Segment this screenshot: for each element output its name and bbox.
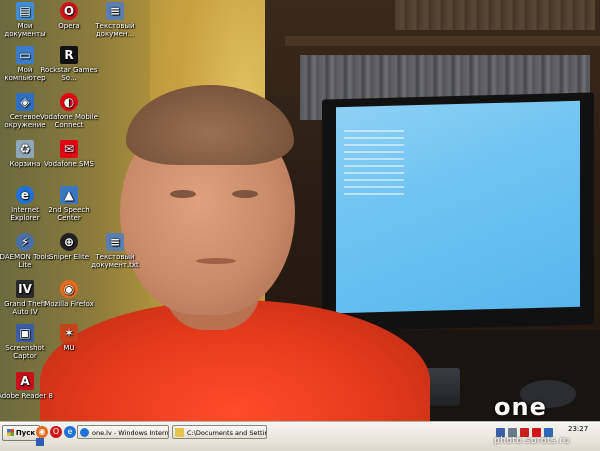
- text-document-icon: ≡: [106, 2, 124, 20]
- desktop-icon-label: Vodafone Mobile Connect: [40, 113, 98, 129]
- folder-icon: [175, 428, 184, 437]
- wallpaper-person-eye: [232, 190, 258, 198]
- wallpaper-person-mouth: [196, 258, 236, 264]
- opera-icon: O: [60, 2, 78, 20]
- sniper-elite-icon: ⊕: [60, 233, 78, 251]
- rockstar-icon: R: [60, 46, 78, 64]
- quick-launch-internet-explorer-icon[interactable]: e: [64, 426, 76, 438]
- taskbar-button-documents-folder[interactable]: C:\Documents and Settin...: [172, 425, 267, 439]
- language-indicator-icon[interactable]: [36, 438, 44, 446]
- watermark-site: photo.sorots.ru: [494, 436, 570, 446]
- desktop-icon-text-file[interactable]: ≡ Текстовый документ.txt: [84, 233, 146, 269]
- taskbar-button-label: one.lv - Windows Intern...: [92, 429, 169, 437]
- desktop-icon-label: 2nd Speech Center: [48, 206, 90, 222]
- internet-explorer-icon: e: [16, 186, 34, 204]
- wallpaper-screen-text: [344, 130, 404, 200]
- start-button-label: Пуск: [15, 429, 36, 437]
- screenshot-captor-icon: ▣: [16, 324, 34, 342]
- wallpaper-books-top: [395, 0, 595, 30]
- desktop-icon-adobe-reader[interactable]: A Adobe Reader 8: [0, 372, 56, 400]
- mu-icon: ✶: [60, 324, 78, 342]
- desktop-icon-label: Vodafone SMS: [44, 160, 94, 168]
- desktop-icon-vodafone-sms[interactable]: ✉ Vodafone SMS: [38, 140, 100, 168]
- network-icon: ◈: [16, 93, 34, 111]
- desktop-icon-label: Adobe Reader 8: [0, 392, 53, 400]
- daemon-tools-icon: ⚡: [16, 233, 34, 251]
- my-documents-icon: ▤: [16, 2, 34, 20]
- desktop-icon-firefox[interactable]: ◉ Mozilla Firefox: [38, 280, 100, 308]
- vodafone-icon: ◐: [60, 93, 78, 111]
- my-computer-icon: ▭: [16, 46, 34, 64]
- adobe-reader-icon: A: [16, 372, 34, 390]
- desktop-icon-label: MU: [63, 344, 75, 352]
- watermark-brand: one: [494, 393, 547, 421]
- taskbar-clock[interactable]: 23:27: [568, 425, 588, 433]
- desktop-icon-vodafone-mobile-connect[interactable]: ◐ Vodafone Mobile Connect: [38, 93, 100, 129]
- taskbar-button-one-lv[interactable]: one.lv - Windows Intern...: [77, 425, 169, 439]
- firefox-icon: ◉: [60, 280, 78, 298]
- text-file-icon: ≡: [106, 233, 124, 251]
- quick-launch-firefox-icon[interactable]: ◉: [36, 426, 48, 438]
- windows-logo-icon: [6, 429, 14, 436]
- desktop-icon-rockstar[interactable]: R Rockstar Games So...: [38, 46, 100, 82]
- desktop-icon-label: Текстовый документ.txt: [91, 253, 139, 269]
- gta-iv-icon: IV: [16, 280, 34, 298]
- wallpaper-person-eye: [170, 190, 196, 198]
- desktop-icon-label: Текстовый докумен...: [95, 22, 135, 38]
- taskbar-button-label: C:\Documents and Settin...: [187, 429, 267, 437]
- internet-explorer-icon: [80, 428, 89, 437]
- recycle-bin-icon: ♻: [16, 140, 34, 158]
- start-button[interactable]: Пуск: [2, 425, 40, 441]
- desktop-icon-label: Mozilla Firefox: [44, 300, 94, 308]
- desktop-icon-mu[interactable]: ✶ MU: [38, 324, 100, 352]
- quick-launch-opera-icon[interactable]: O: [50, 426, 62, 438]
- desktop-icon-2nd-speech-center[interactable]: ▲ 2nd Speech Center: [38, 186, 100, 222]
- desktop-icon-text-document[interactable]: ≡ Текстовый докумен...: [84, 2, 146, 38]
- speech-center-icon: ▲: [60, 186, 78, 204]
- wallpaper-shelf-board: [285, 36, 600, 46]
- desktop-icon-label: Rockstar Games So...: [40, 66, 98, 82]
- vodafone-sms-icon: ✉: [60, 140, 78, 158]
